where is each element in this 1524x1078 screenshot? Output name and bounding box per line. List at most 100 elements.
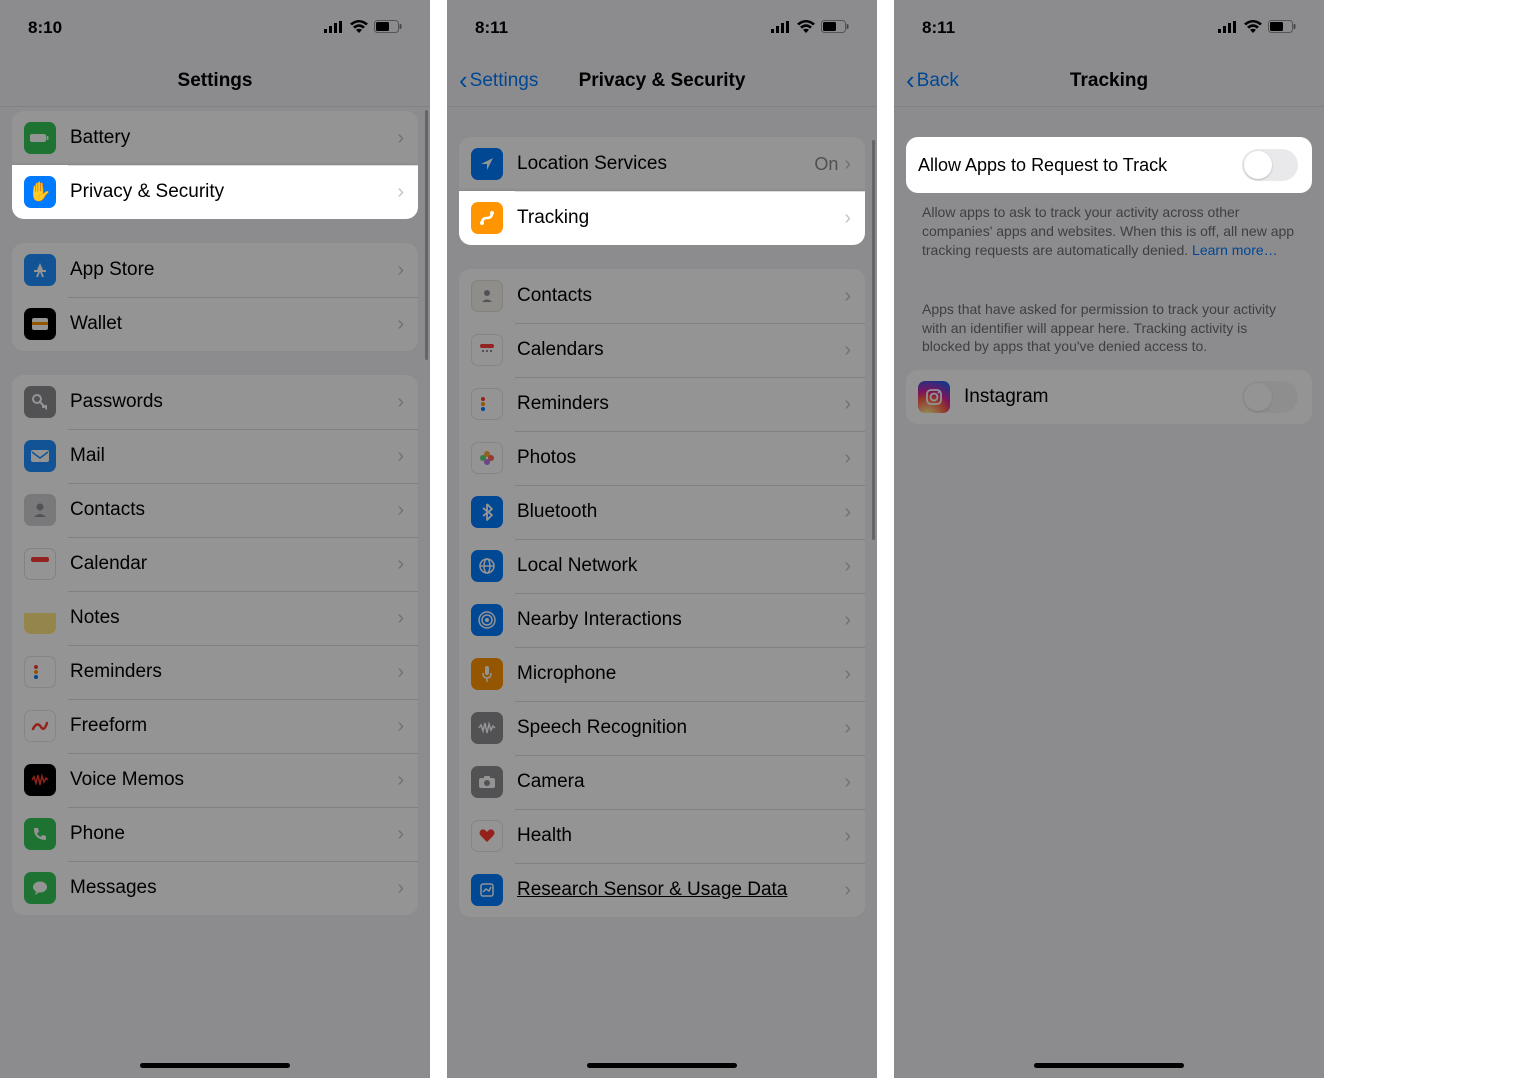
contacts-icon: [24, 494, 56, 526]
row-allow-apps-to-track[interactable]: Allow Apps to Request to Track: [906, 137, 1312, 193]
screenshot-privacy: 8:11 ‹Settings Privacy & Security Locati…: [447, 0, 877, 1078]
row-label: Notes: [70, 607, 397, 629]
health-icon: [471, 820, 503, 852]
row-mail[interactable]: Mail ›: [12, 429, 418, 483]
row-nearby-interactions[interactable]: Nearby Interactions ›: [459, 593, 865, 647]
row-label: Contacts: [70, 499, 397, 521]
instagram-icon: [918, 381, 950, 413]
battery-icon: [1268, 18, 1296, 38]
row-appstore[interactable]: App Store ›: [12, 243, 418, 297]
speech-icon: [471, 712, 503, 744]
back-button[interactable]: ‹Back: [906, 69, 959, 93]
group-apps: Passwords › Mail › Contacts ›: [12, 375, 418, 915]
apps-explainer: Apps that have asked for permission to t…: [894, 290, 1324, 361]
chevron-right-icon: ›: [844, 393, 851, 416]
wallet-icon: [24, 308, 56, 340]
row-label: Microphone: [517, 663, 844, 685]
row-location-services[interactable]: Location Services On ›: [459, 137, 865, 191]
content-scroll[interactable]: Allow Apps to Request to Track Allow app…: [894, 107, 1324, 424]
chevron-right-icon: ›: [397, 445, 404, 468]
contacts-icon: [471, 280, 503, 312]
row-label: Research Sensor & Usage Data: [517, 879, 844, 901]
row-label: Tracking: [517, 207, 844, 229]
cellular-icon: [771, 18, 791, 38]
chevron-right-icon: ›: [844, 555, 851, 578]
location-icon: [471, 148, 503, 180]
reminders-icon: [24, 656, 56, 688]
chevron-right-icon: ›: [844, 717, 851, 740]
row-passwords[interactable]: Passwords ›: [12, 375, 418, 429]
row-voicememos[interactable]: Voice Memos ›: [12, 753, 418, 807]
camera-icon: [471, 766, 503, 798]
row-microphone[interactable]: Microphone ›: [459, 647, 865, 701]
chevron-right-icon: ›: [397, 769, 404, 792]
row-calendar[interactable]: Calendar ›: [12, 537, 418, 591]
appstore-icon: [24, 254, 56, 286]
home-indicator[interactable]: [140, 1063, 290, 1068]
row-label: App Store: [70, 259, 397, 281]
chevron-right-icon: ›: [397, 661, 404, 684]
row-label: Allow Apps to Request to Track: [918, 155, 1242, 176]
page-title: Settings: [178, 70, 253, 92]
content-scroll[interactable]: Battery › ✋ Privacy & Security › App Sto…: [0, 107, 430, 915]
row-bluetooth[interactable]: Bluetooth ›: [459, 485, 865, 539]
row-speech-recognition[interactable]: Speech Recognition ›: [459, 701, 865, 755]
nav-bar: Settings: [0, 55, 430, 107]
content-scroll[interactable]: Location Services On › Tracking › Contac…: [447, 107, 877, 917]
chevron-right-icon: ›: [397, 181, 404, 204]
freeform-icon: [24, 710, 56, 742]
allow-track-toggle[interactable]: [1242, 149, 1298, 181]
row-camera[interactable]: Camera ›: [459, 755, 865, 809]
chevron-right-icon: ›: [397, 823, 404, 846]
wifi-icon: [350, 18, 368, 38]
reminders-icon: [471, 388, 503, 420]
row-freeform[interactable]: Freeform ›: [12, 699, 418, 753]
row-phone[interactable]: Phone ›: [12, 807, 418, 861]
calendar-icon: [471, 334, 503, 366]
home-indicator[interactable]: [1034, 1063, 1184, 1068]
row-reminders[interactable]: Reminders ›: [459, 377, 865, 431]
chevron-right-icon: ›: [844, 825, 851, 848]
row-calendars[interactable]: Calendars ›: [459, 323, 865, 377]
row-battery[interactable]: Battery ›: [12, 111, 418, 165]
row-research[interactable]: Research Sensor & Usage Data ›: [459, 863, 865, 917]
phone-icon: [24, 818, 56, 850]
instagram-toggle[interactable]: [1242, 381, 1298, 413]
chevron-left-icon: ‹: [906, 67, 915, 93]
scrollbar: [872, 140, 875, 540]
row-notes[interactable]: Notes ›: [12, 591, 418, 645]
separator: [430, 0, 447, 1078]
row-messages[interactable]: Messages ›: [12, 861, 418, 915]
row-reminders[interactable]: Reminders ›: [12, 645, 418, 699]
row-label: Reminders: [517, 393, 844, 415]
row-label: Mail: [70, 445, 397, 467]
network-icon: [471, 550, 503, 582]
row-tracking[interactable]: Tracking ›: [459, 191, 865, 245]
row-contacts[interactable]: Contacts ›: [12, 483, 418, 537]
battery-icon: [821, 18, 849, 38]
chevron-right-icon: ›: [844, 879, 851, 902]
chevron-right-icon: ›: [844, 501, 851, 524]
row-privacy-security[interactable]: ✋ Privacy & Security ›: [12, 165, 418, 219]
home-indicator[interactable]: [587, 1063, 737, 1068]
row-health[interactable]: Health ›: [459, 809, 865, 863]
chevron-right-icon: ›: [397, 127, 404, 150]
row-photos[interactable]: Photos ›: [459, 431, 865, 485]
chevron-right-icon: ›: [844, 609, 851, 632]
learn-more-link[interactable]: Learn more…: [1192, 242, 1278, 258]
row-local-network[interactable]: Local Network ›: [459, 539, 865, 593]
row-contacts[interactable]: Contacts ›: [459, 269, 865, 323]
chevron-right-icon: ›: [844, 207, 851, 230]
chevron-right-icon: ›: [844, 285, 851, 308]
chevron-right-icon: ›: [397, 499, 404, 522]
back-button[interactable]: ‹Settings: [459, 69, 538, 93]
chevron-right-icon: ›: [844, 771, 851, 794]
back-label: Back: [917, 70, 959, 92]
chevron-right-icon: ›: [397, 877, 404, 900]
row-instagram[interactable]: Instagram: [906, 370, 1312, 424]
row-wallet[interactable]: Wallet ›: [12, 297, 418, 351]
nearby-icon: [471, 604, 503, 636]
row-label: Battery: [70, 127, 397, 149]
row-label: Messages: [70, 877, 397, 899]
microphone-icon: [471, 658, 503, 690]
